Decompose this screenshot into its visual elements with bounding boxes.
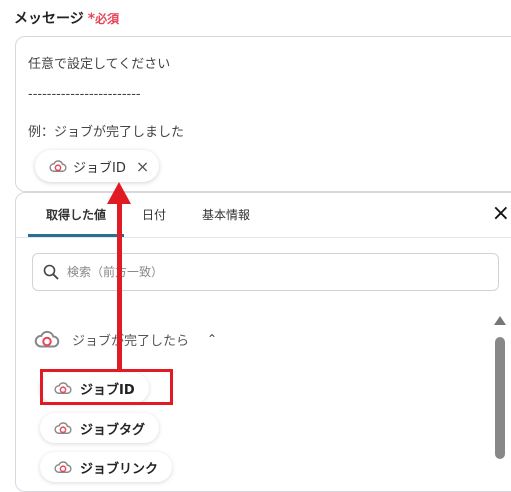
cloud-icon (54, 460, 72, 474)
search-input[interactable] (65, 264, 469, 280)
search-field[interactable] (32, 253, 499, 291)
close-icon[interactable]: × (492, 201, 510, 226)
annotation-highlight-box (40, 369, 173, 405)
field-label-text: メッセージ (14, 11, 84, 27)
search-icon (43, 264, 59, 280)
cloud-icon (34, 329, 60, 349)
required-text: 必須 (95, 12, 120, 26)
variable-item-job-tag[interactable]: ジョブタグ (40, 413, 160, 443)
annotation-arrow-head (107, 182, 131, 204)
required-mark: * (87, 11, 96, 27)
remove-chip-icon[interactable]: × (136, 157, 149, 176)
scroll-up-icon[interactable] (494, 316, 506, 325)
message-field-label: メッセージ *必須 (14, 8, 119, 28)
group-label: ジョブが完了したら (72, 333, 190, 349)
picker-tabs: 取得した値 日付 基本情報 (28, 193, 268, 237)
chip-label: ジョブID (73, 160, 126, 176)
tab-date[interactable]: 日付 (124, 193, 184, 237)
message-separator: ------------------------ (28, 87, 141, 102)
tab-basic-info[interactable]: 基本情報 (184, 193, 268, 237)
item-label: ジョブリンク (80, 461, 159, 477)
annotation-arrow (117, 200, 122, 370)
trigger-group-header[interactable]: ジョブが完了したら ⌃ (34, 329, 217, 349)
cloud-icon (54, 421, 72, 435)
message-line: 例：ジョブが完了しました (28, 125, 185, 140)
item-label: ジョブタグ (80, 422, 146, 438)
chevron-up-icon[interactable]: ⌃ (207, 332, 217, 346)
cloud-icon (49, 159, 67, 173)
inserted-variable-chip[interactable]: ジョブID × (35, 150, 160, 182)
scrollbar-thumb[interactable] (495, 337, 505, 459)
message-line: 任意で設定してください (28, 57, 171, 72)
tabs-divider (16, 237, 511, 238)
variable-item-job-link[interactable]: ジョブリンク (40, 452, 173, 482)
variable-picker-panel: 取得した値 日付 基本情報 × ジョブが完了したら ⌃ ジョブID ジョブタグ … (15, 192, 511, 492)
